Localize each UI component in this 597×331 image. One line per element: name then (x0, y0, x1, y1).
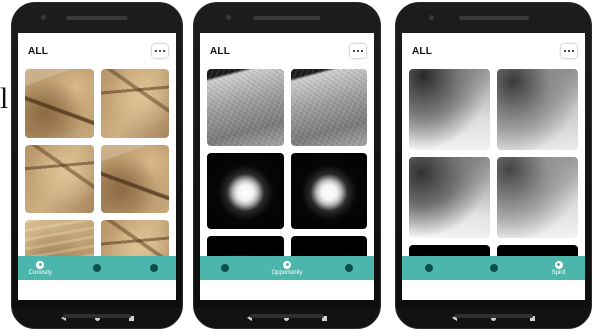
person-icon (283, 260, 291, 269)
app-screen: ALL Curiosity (18, 33, 176, 300)
bottom-speaker (249, 314, 325, 318)
photo-thumbnail[interactable] (207, 236, 284, 256)
photo-thumbnail[interactable] (409, 245, 490, 256)
photo-thumbnail[interactable] (497, 245, 578, 256)
phone-spirit: ALL Spirit (395, 2, 592, 329)
photo-grid (18, 69, 176, 256)
app-screen: ALL Opportunity (200, 33, 374, 300)
system-nav-bar (12, 308, 182, 328)
rover-icon (221, 264, 229, 272)
tab-0[interactable] (200, 256, 256, 280)
photo-thumbnail[interactable] (100, 69, 169, 138)
phone-curiosity: ALL Curiosity (11, 2, 183, 329)
photo-thumbnail[interactable] (290, 236, 367, 256)
more-dots-icon[interactable] (561, 44, 577, 58)
photo-thumbnail[interactable] (25, 69, 94, 138)
more-dots-icon[interactable] (152, 44, 168, 58)
photo-thumbnail[interactable] (409, 69, 490, 150)
app-header: ALL (18, 33, 176, 69)
tab-label: Opportunity (271, 269, 303, 276)
front-camera (429, 15, 435, 20)
rover-icon (424, 264, 433, 272)
photo-thumbnail[interactable] (497, 69, 578, 150)
photo-thumbnail[interactable] (290, 69, 367, 146)
bottom-tab-bar: Curiosity (18, 256, 176, 280)
filter-title: ALL (28, 45, 49, 57)
tab-2[interactable]: Spirit (526, 256, 585, 280)
earpiece-speaker (253, 16, 321, 20)
tab-label: Spirit (551, 269, 566, 276)
tab-label: Curiosity (28, 269, 52, 276)
photo-thumbnail[interactable] (409, 157, 490, 238)
photo-thumbnail[interactable] (207, 152, 284, 229)
tab-0[interactable]: Curiosity (18, 256, 69, 280)
photo-thumbnail[interactable] (207, 69, 284, 146)
app-header: ALL (200, 33, 374, 69)
photo-grid (200, 69, 374, 256)
system-nav-bar (396, 308, 591, 328)
app-screen: ALL Spirit (402, 33, 585, 300)
photo-thumbnail[interactable] (100, 220, 169, 256)
photo-grid (402, 69, 585, 256)
person-icon (93, 264, 101, 272)
tab-2[interactable] (125, 256, 176, 280)
bottom-speaker (63, 314, 131, 318)
system-nav-bar (194, 308, 380, 328)
photo-thumbnail[interactable] (497, 157, 578, 238)
tab-0[interactable] (402, 256, 461, 280)
filter-title: ALL (210, 45, 231, 57)
check-icon (345, 264, 353, 272)
front-camera (225, 15, 231, 20)
earpiece-speaker (458, 16, 529, 20)
photo-thumbnail[interactable] (25, 144, 94, 213)
tab-1[interactable] (461, 256, 526, 280)
tab-1[interactable] (69, 256, 126, 280)
person-icon (489, 264, 498, 272)
earpiece-speaker (66, 16, 128, 20)
phone-opportunity: ALL Opportunity (193, 2, 381, 329)
bottom-tab-bar: Spirit (402, 256, 585, 280)
app-header: ALL (402, 33, 585, 69)
bottom-speaker (454, 314, 533, 318)
check-icon (149, 264, 158, 272)
bottom-tab-bar: Opportunity (200, 256, 374, 280)
more-dots-icon[interactable] (350, 44, 366, 58)
photo-thumbnail[interactable] (25, 220, 94, 256)
tab-2[interactable] (318, 256, 374, 280)
photo-thumbnail[interactable] (290, 152, 367, 229)
rover-icon (36, 260, 45, 269)
tab-1[interactable]: Opportunity (256, 256, 318, 280)
front-camera (40, 15, 46, 20)
photo-thumbnail[interactable] (100, 144, 169, 213)
check-icon (554, 260, 563, 269)
filter-title: ALL (412, 45, 433, 57)
